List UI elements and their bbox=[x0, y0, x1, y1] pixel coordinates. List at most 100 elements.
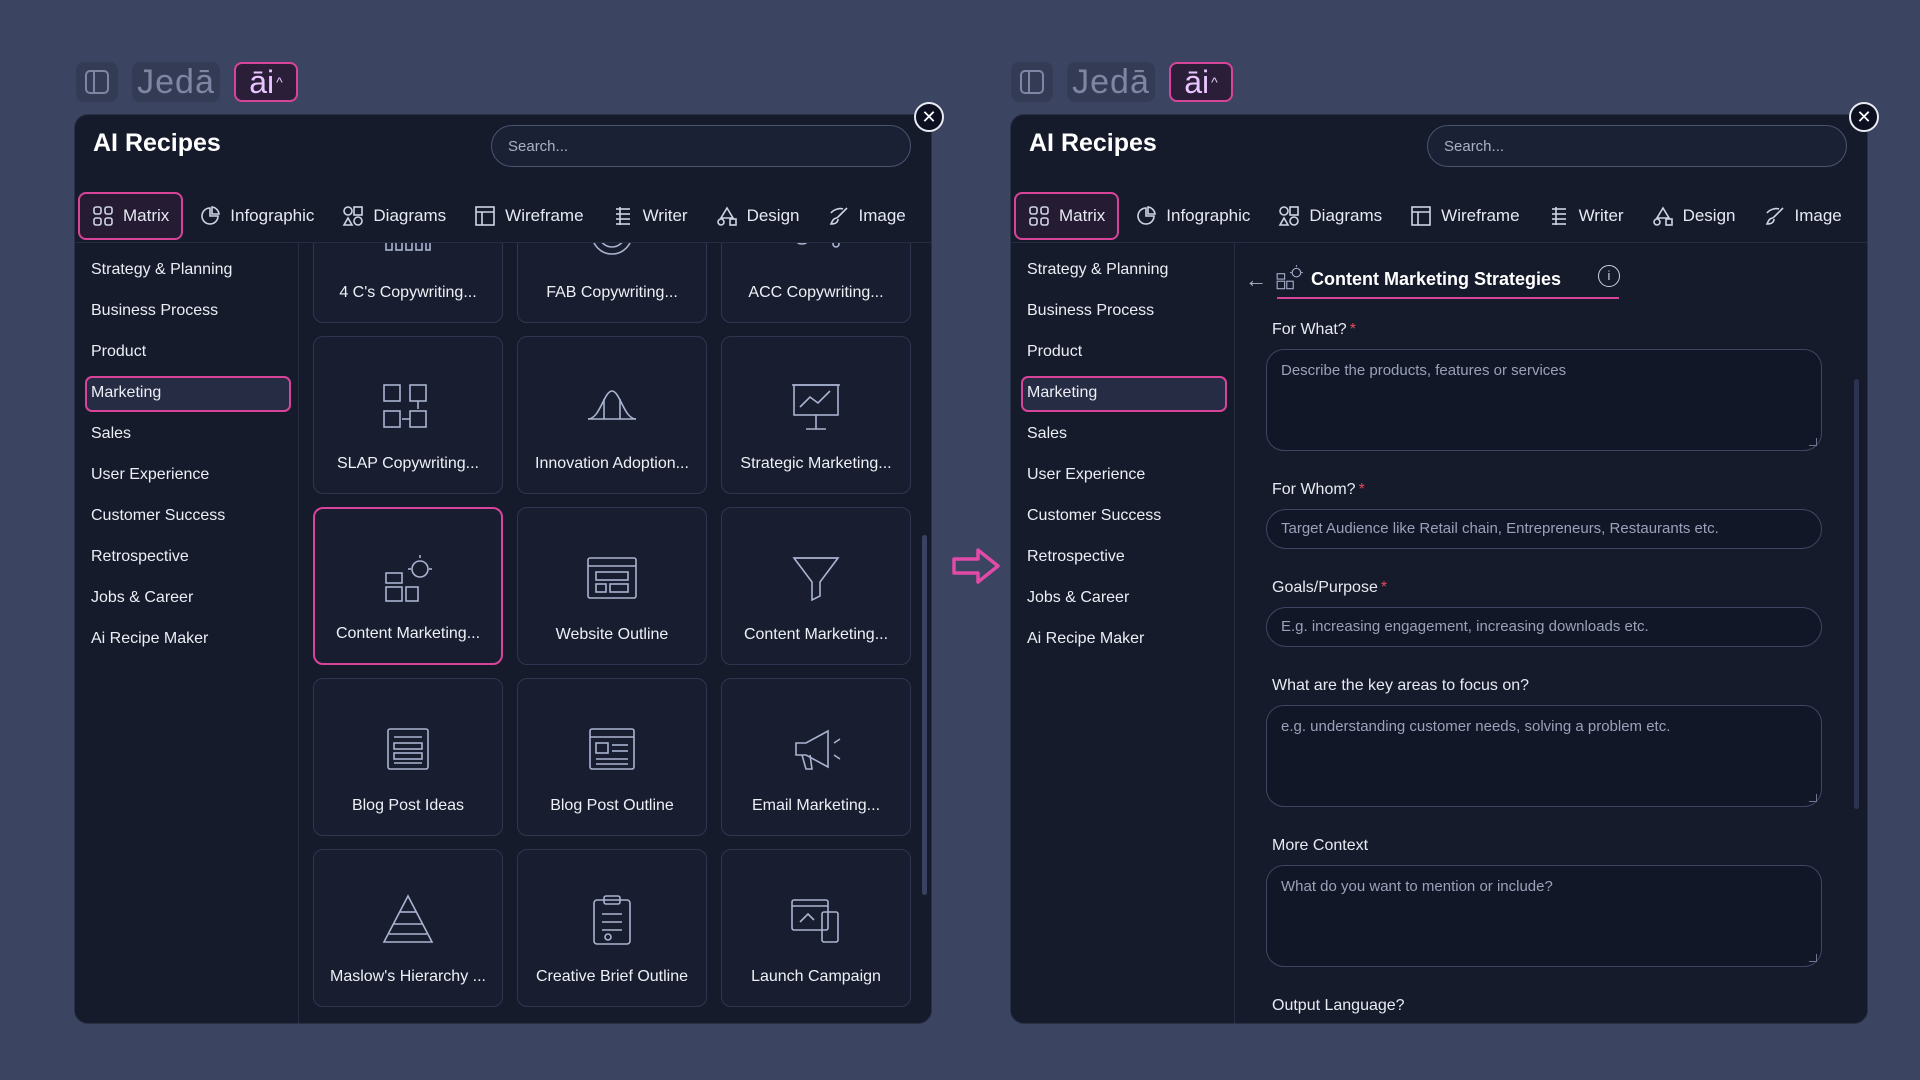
recipe-card[interactable]: FAB Copywriting... bbox=[517, 243, 707, 323]
recipe-card-label: Blog Post Outline bbox=[550, 797, 674, 814]
sidebar-item-business-process[interactable]: Business Process bbox=[85, 294, 291, 330]
resize-handle[interactable] bbox=[1809, 954, 1817, 962]
funnel-icon bbox=[722, 550, 910, 606]
sidebar-item-strategy-planning[interactable]: Strategy & Planning bbox=[85, 253, 291, 289]
recipe-card-label: Blog Post Ideas bbox=[351, 797, 465, 814]
recipe-card[interactable]: 4 C's Copywriting... bbox=[313, 243, 503, 323]
ai-label: āi bbox=[249, 63, 275, 100]
tab-diagrams[interactable]: Diagrams bbox=[330, 192, 458, 240]
brand-bar-right: Jedā āi ^ bbox=[1011, 60, 1233, 104]
target-icon bbox=[518, 243, 706, 264]
recipe-card[interactable]: Website Outline bbox=[517, 507, 707, 665]
recipe-card[interactable]: Launch Campaign bbox=[721, 849, 911, 1007]
grid-icon bbox=[92, 205, 114, 227]
sidebar-item-customer-success[interactable]: Customer Success bbox=[85, 499, 291, 535]
sidebar-item-user-experience[interactable]: User Experience bbox=[1021, 458, 1227, 494]
sidebar-item-marketing[interactable]: Marketing bbox=[1021, 376, 1227, 412]
field-label: More Context bbox=[1272, 837, 1368, 855]
sidebar-item-sales[interactable]: Sales bbox=[1021, 417, 1227, 453]
sidebar-item-product[interactable]: Product bbox=[1021, 335, 1227, 371]
search-input[interactable]: Search... bbox=[491, 125, 911, 167]
recipe-card[interactable]: Content Marketing... bbox=[313, 507, 503, 665]
sidebar-item-marketing[interactable]: Marketing bbox=[85, 376, 291, 412]
tab-writer[interactable]: Writer bbox=[600, 192, 700, 240]
tab-design[interactable]: Design bbox=[704, 192, 812, 240]
tab-diagrams[interactable]: Diagrams bbox=[1266, 192, 1394, 240]
recipe-card-label: FAB Copywriting... bbox=[546, 284, 678, 301]
recipe-card[interactable]: Creative Brief Outline bbox=[517, 849, 707, 1007]
sidebar-item-customer-success[interactable]: Customer Success bbox=[1021, 499, 1227, 535]
sidebar-item-jobs-career[interactable]: Jobs & Career bbox=[85, 581, 291, 617]
recipe-card-label: Creative Brief Outline bbox=[535, 968, 689, 985]
presentation-board-icon bbox=[722, 379, 910, 435]
tab-label: Writer bbox=[1578, 205, 1624, 225]
recipe-card-label: ACC Copywriting... bbox=[748, 284, 884, 301]
recipe-card[interactable]: Strategic Marketing... bbox=[721, 336, 911, 494]
chevron-up-icon: ^ bbox=[1211, 74, 1218, 90]
sidebar-toggle-icon[interactable] bbox=[1011, 62, 1053, 102]
recipe-card[interactable]: Email Marketing... bbox=[721, 678, 911, 836]
category-nav: Strategy & Planning Business Process Produ… bbox=[1011, 243, 1235, 1023]
sidebar-item-retrospective[interactable]: Retrospective bbox=[85, 540, 291, 576]
chevron-up-icon: ^ bbox=[276, 74, 283, 90]
tab-matrix[interactable]: Matrix bbox=[78, 191, 184, 240]
sidebar-item-user-experience[interactable]: User Experience bbox=[85, 458, 291, 494]
tab-image[interactable]: Image bbox=[1752, 192, 1854, 240]
info-icon[interactable]: i bbox=[1598, 265, 1620, 287]
recipe-card[interactable]: Maslow's Hierarchy ... bbox=[313, 849, 503, 1007]
tab-matrix[interactable]: Matrix bbox=[1014, 191, 1120, 240]
recipe-card[interactable]: Blog Post Ideas bbox=[313, 678, 503, 836]
jeda-logo: Jedā bbox=[132, 62, 220, 102]
brand-bar-left: Jedā āi ^ bbox=[76, 60, 298, 104]
resize-handle[interactable] bbox=[1809, 438, 1817, 446]
sidebar-item-ai-recipe-maker[interactable]: Ai Recipe Maker bbox=[85, 622, 291, 658]
content-ideas-icon bbox=[315, 551, 501, 607]
sidebar-toggle-icon[interactable] bbox=[76, 62, 118, 102]
back-arrow-icon[interactable]: ← bbox=[1245, 267, 1267, 293]
field-label-text: Output Language? bbox=[1272, 997, 1405, 1014]
tab-wireframe[interactable]: Wireframe bbox=[462, 192, 595, 240]
tab-infographic[interactable]: Infographic bbox=[187, 192, 326, 240]
sidebar-item-ai-recipe-maker[interactable]: Ai Recipe Maker bbox=[1021, 622, 1227, 658]
close-panel-button[interactable]: ✕ bbox=[1849, 102, 1879, 132]
brush-icon bbox=[1764, 205, 1786, 227]
textarea-field[interactable]: e.g. understanding customer needs, solvi… bbox=[1266, 705, 1822, 807]
network-icon bbox=[722, 243, 910, 264]
textarea-field[interactable]: Describe the products, features or servi… bbox=[1266, 349, 1822, 451]
field-label-text: For What? bbox=[1272, 321, 1347, 338]
tab-writer[interactable]: Writer bbox=[1536, 192, 1636, 240]
sidebar-item-jobs-career[interactable]: Jobs & Career bbox=[1021, 581, 1227, 617]
grid-scrollbar[interactable] bbox=[922, 535, 927, 895]
ai-menu-button[interactable]: āi ^ bbox=[234, 62, 298, 102]
text-input[interactable]: Target Audience like Retail chain, Entre… bbox=[1266, 509, 1822, 549]
text-input[interactable]: E.g. increasing engagement, increasing d… bbox=[1266, 607, 1822, 647]
close-panel-button[interactable]: ✕ bbox=[914, 102, 944, 132]
tab-wireframe[interactable]: Wireframe bbox=[1398, 192, 1531, 240]
tab-label: Infographic bbox=[230, 205, 315, 225]
recipe-card[interactable]: ACC Copywriting... bbox=[721, 243, 911, 323]
field-label-text: What are the key areas to focus on? bbox=[1272, 677, 1530, 694]
recipe-card-label: Launch Campaign bbox=[751, 968, 881, 985]
sidebar-item-business-process[interactable]: Business Process bbox=[1021, 294, 1227, 330]
wireframe-icon bbox=[474, 205, 496, 227]
tab-bar: Matrix Infographic Diagrams Wireframe Writer… bbox=[75, 189, 931, 243]
sidebar-item-retrospective[interactable]: Retrospective bbox=[1021, 540, 1227, 576]
tab-infographic[interactable]: Infographic bbox=[1123, 192, 1262, 240]
recipe-card[interactable]: Innovation Adoption... bbox=[517, 336, 707, 494]
sidebar-item-product[interactable]: Product bbox=[85, 335, 291, 371]
sidebar-item-sales[interactable]: Sales bbox=[85, 417, 291, 453]
recipe-form: ← Content Marketing Strategies i For Wha… bbox=[1235, 243, 1867, 1023]
recipe-card[interactable]: Content Marketing... bbox=[721, 507, 911, 665]
field-label: What are the key areas to focus on? bbox=[1272, 677, 1529, 695]
sidebar-item-strategy-planning[interactable]: Strategy & Planning bbox=[1021, 253, 1227, 289]
form-scrollbar[interactable] bbox=[1854, 379, 1859, 809]
bell-curve-icon bbox=[518, 379, 706, 435]
recipe-card[interactable]: Blog Post Outline bbox=[517, 678, 707, 836]
search-input[interactable]: Search... bbox=[1427, 125, 1847, 167]
tab-design[interactable]: Design bbox=[1640, 192, 1748, 240]
textarea-field[interactable]: What do you want to mention or include? bbox=[1266, 865, 1822, 967]
recipe-card[interactable]: SLAP Copywriting... bbox=[313, 336, 503, 494]
tab-image[interactable]: Image bbox=[816, 192, 918, 240]
resize-handle[interactable] bbox=[1809, 794, 1817, 802]
ai-menu-button[interactable]: āi ^ bbox=[1169, 62, 1233, 102]
